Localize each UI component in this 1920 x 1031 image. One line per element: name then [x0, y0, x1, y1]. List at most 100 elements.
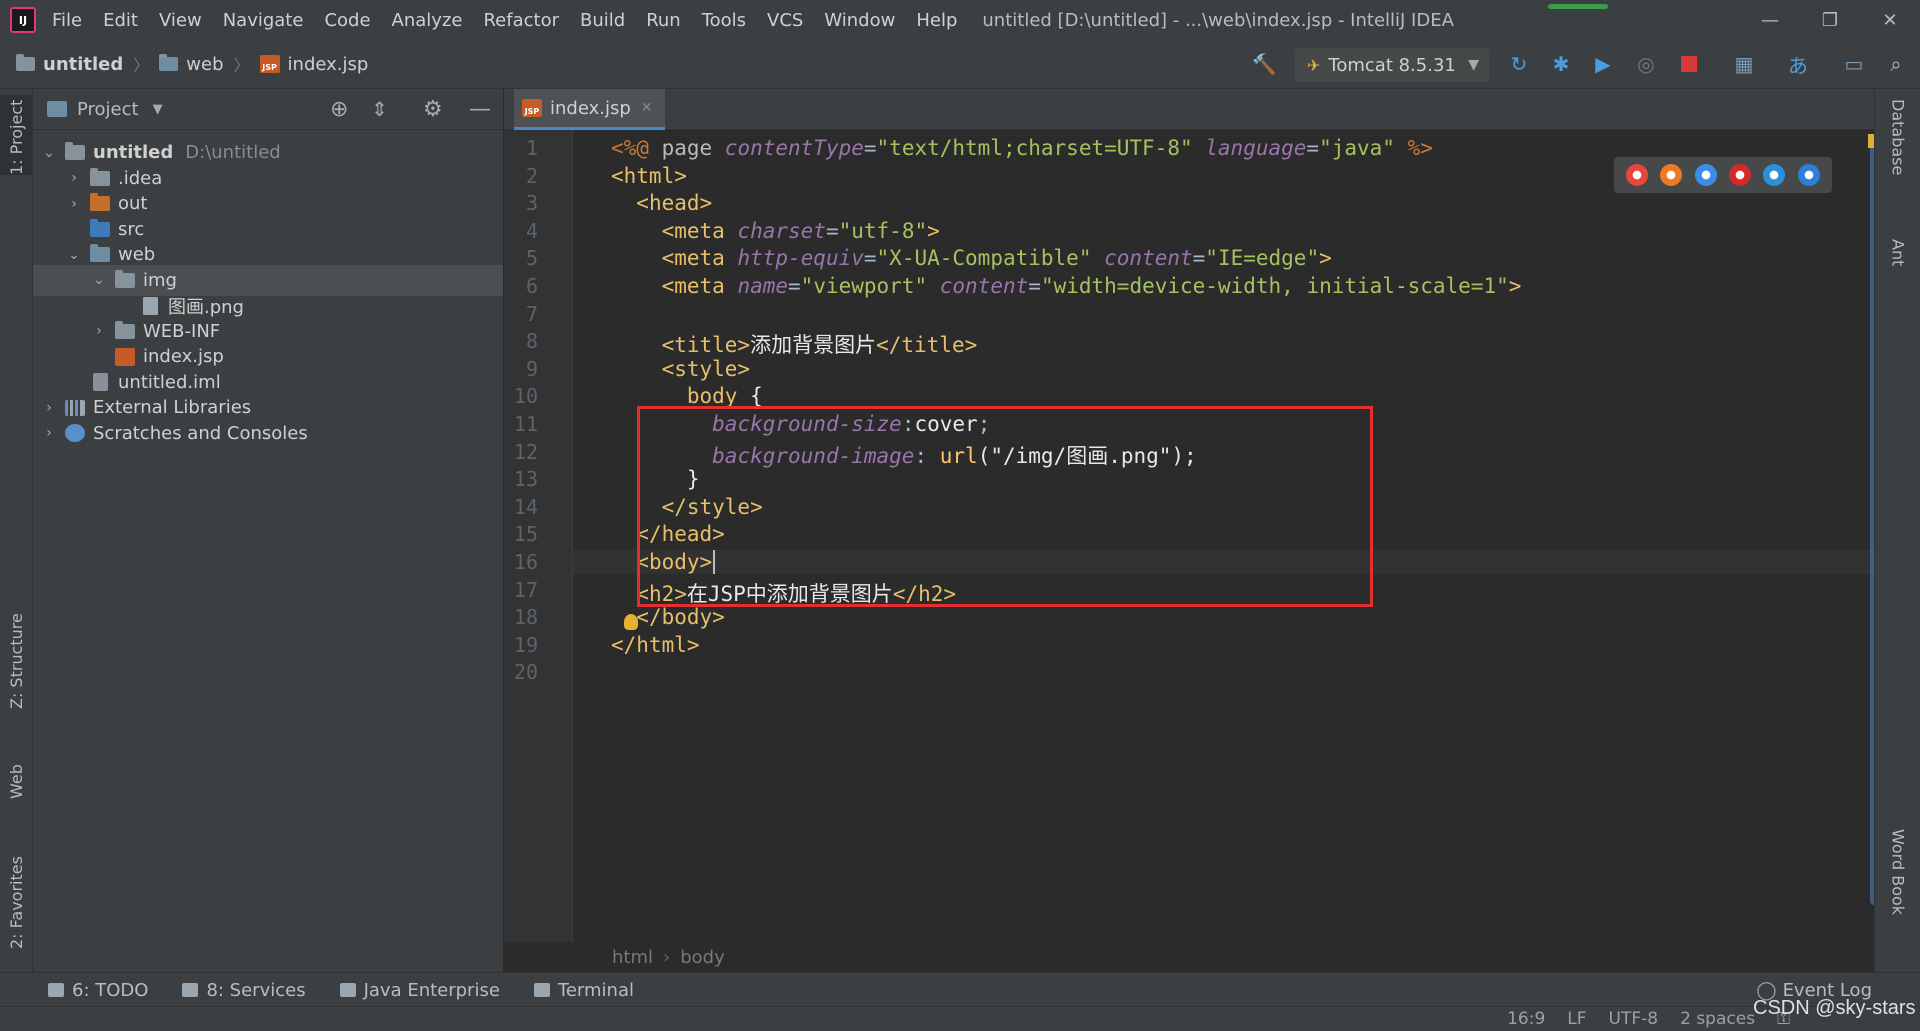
library-icon	[65, 399, 85, 416]
translate-icon[interactable]: あ	[1784, 50, 1812, 78]
chevron-down-icon[interactable]: ⌄	[41, 145, 57, 161]
scratches-icon	[65, 424, 85, 442]
web-folder-icon	[90, 244, 110, 262]
chevron-right-icon[interactable]: ›	[66, 170, 82, 186]
menu-refactor[interactable]: Refactor	[483, 10, 559, 31]
breadcrumb-separator: ›	[663, 946, 671, 968]
coverage-icon[interactable]: ▶	[1589, 50, 1617, 78]
menu-view[interactable]: View	[159, 10, 202, 31]
code-line: <meta charset="utf-8">	[661, 218, 940, 243]
ie-icon[interactable]	[1763, 164, 1786, 186]
menu-build[interactable]: Build	[580, 10, 625, 31]
chevron-down-icon[interactable]: ⌄	[66, 247, 82, 263]
close-tab-icon[interactable]: ✕	[641, 100, 653, 116]
tomcat-icon: ✈	[1307, 55, 1321, 75]
chevron-down-icon[interactable]: ▼	[153, 102, 163, 117]
breadcrumb-web[interactable]: web	[159, 54, 224, 75]
menu-vcs[interactable]: VCS	[767, 10, 803, 31]
line-number: 4	[525, 218, 538, 243]
tool-tab-word-book[interactable]: Word Book	[1875, 829, 1920, 969]
edge-icon[interactable]	[1797, 164, 1820, 186]
red-annotation-box	[637, 406, 1373, 607]
project-folder-icon	[65, 142, 85, 160]
tree-item-scratches-and-consoles[interactable]: › Scratches and Consoles	[33, 418, 503, 449]
line-separator[interactable]: LF	[1567, 1009, 1586, 1029]
chevron-down-icon[interactable]: ⌄	[91, 272, 107, 288]
chevron-right-icon[interactable]: ›	[66, 196, 82, 212]
safari-icon[interactable]	[1694, 164, 1717, 186]
restore-button[interactable]: ❐	[1800, 0, 1860, 40]
orange-folder-icon	[90, 193, 110, 211]
project-structure-icon[interactable]: ▦	[1730, 50, 1758, 78]
left-tool-strip: 1: Project Z: Structure Web 2: Favorites	[0, 89, 33, 972]
tool-tab-ant[interactable]: Ant	[1875, 239, 1920, 299]
intention-bulb-icon[interactable]	[624, 614, 638, 630]
collapse-all-icon[interactable]: ⇕	[371, 97, 388, 121]
menu-edit[interactable]: Edit	[103, 10, 138, 31]
file-encoding[interactable]: UTF-8	[1609, 1009, 1659, 1029]
services-icon	[182, 983, 199, 997]
menu-tools[interactable]: Tools	[702, 10, 746, 31]
indent-setting[interactable]: 2 spaces	[1680, 1009, 1755, 1029]
debug-bug-icon[interactable]: ✱	[1547, 50, 1575, 78]
locate-file-icon[interactable]: ⊕	[330, 97, 348, 122]
stop-icon[interactable]	[1675, 50, 1703, 78]
breadcrumb-project[interactable]: untitled	[16, 54, 123, 75]
tool-tab-todo[interactable]: 6: TODO	[48, 980, 148, 1001]
chevron-right-icon[interactable]: ›	[91, 323, 107, 339]
progress-fill	[1548, 4, 1608, 9]
gear-icon[interactable]: ⚙	[423, 97, 443, 122]
caret-position[interactable]: 16:9	[1507, 1009, 1545, 1029]
tool-tab-project[interactable]: 1: Project	[0, 95, 32, 175]
window-controls: — ❐ ✕	[1740, 0, 1920, 40]
tool-tab-structure[interactable]: Z: Structure	[0, 589, 32, 709]
hide-panel-icon[interactable]: —	[469, 97, 491, 122]
chrome-icon[interactable]	[1626, 164, 1649, 186]
menu-bar: IJ File Edit View Navigate Code Analyze Refact…	[0, 0, 1920, 40]
tool-tab-java-enterprise[interactable]: Java Enterprise	[339, 980, 500, 1001]
menu-code[interactable]: Code	[324, 10, 370, 31]
menu-run[interactable]: Run	[646, 10, 681, 31]
tool-tab-web[interactable]: Web	[0, 739, 32, 799]
tab-index-jsp[interactable]: JSP index.jsp ✕	[514, 89, 665, 131]
menu-items: File Edit View Navigate Code Analyze Refactor B…	[52, 10, 978, 31]
breadcrumb-file[interactable]: JSP index.jsp	[259, 54, 368, 75]
build-hammer-icon[interactable]: 🔨	[1250, 50, 1278, 78]
tool-tab-terminal[interactable]: Terminal	[533, 980, 634, 1001]
line-number: 14	[513, 494, 538, 519]
run-configuration-select[interactable]: ✈ Tomcat 8.5.31 ▼	[1295, 48, 1489, 82]
jsp-file-icon	[115, 347, 135, 366]
line-number: 17	[513, 577, 538, 602]
folder-icon	[115, 320, 135, 339]
breadcrumb-body[interactable]: body	[680, 947, 725, 968]
search-icon[interactable]: ⌕	[1882, 50, 1910, 78]
presentation-icon[interactable]: ▭	[1840, 50, 1868, 78]
run-configuration-label: Tomcat 8.5.31	[1328, 54, 1456, 76]
breadcrumb-separator: 〉	[233, 56, 250, 75]
tool-tab-favorites[interactable]: 2: Favorites	[0, 829, 32, 949]
opera-icon[interactable]	[1729, 164, 1752, 186]
profiler-icon[interactable]: ◎	[1632, 50, 1660, 78]
line-number: 11	[513, 412, 538, 436]
chevron-right-icon[interactable]: ›	[41, 400, 57, 416]
menu-analyze[interactable]: Analyze	[392, 10, 463, 31]
menu-window[interactable]: Window	[824, 10, 895, 31]
firefox-icon[interactable]	[1660, 164, 1683, 186]
tool-tab-services[interactable]: 8: Services	[182, 980, 306, 1001]
line-number: 1	[525, 136, 538, 160]
chevron-right-icon[interactable]: ›	[41, 425, 57, 441]
breadcrumb-project-label: untitled	[43, 53, 124, 75]
terminal-icon	[533, 983, 550, 997]
menu-file[interactable]: File	[52, 10, 82, 31]
close-button[interactable]: ✕	[1860, 0, 1920, 40]
rerun-icon[interactable]: ↻	[1505, 50, 1533, 78]
editor-tabs: JSP index.jsp ✕	[504, 89, 1874, 131]
chevron-down-icon: ▼	[1468, 57, 1479, 73]
project-panel-title[interactable]: Project	[77, 99, 139, 120]
line-number: 15	[513, 522, 538, 547]
menu-help[interactable]: Help	[916, 10, 957, 31]
tool-tab-database[interactable]: Database	[1875, 99, 1920, 209]
breadcrumb-html[interactable]: html	[612, 947, 653, 968]
menu-navigate[interactable]: Navigate	[223, 10, 304, 31]
minimize-button[interactable]: —	[1740, 0, 1800, 40]
